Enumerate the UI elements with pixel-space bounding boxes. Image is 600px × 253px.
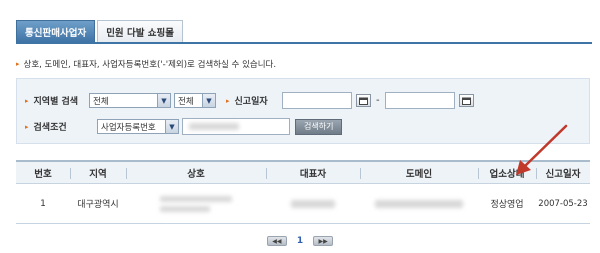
keyword-input[interactable] (182, 118, 290, 135)
redacted-keyword (189, 123, 239, 130)
tab-complaint-malls[interactable]: 민원 다발 쇼핑몰 (97, 20, 183, 42)
redacted-domain (375, 199, 463, 208)
cell-status: 정상영업 (490, 200, 524, 210)
bullet-arrow-icon: ▸ (25, 96, 29, 105)
date-separator: - (376, 95, 380, 106)
calendar-end-icon[interactable] (458, 94, 474, 107)
cell-company[interactable] (126, 184, 266, 223)
pagination: ◀◀ 1 ▶▶ (0, 236, 600, 246)
date-start-input[interactable] (282, 92, 352, 109)
chevron-down-icon: ▼ (157, 94, 170, 107)
search-panel: ▸ 지역별 검색 전체 ▼ 전체 ▼ ▸ 신고일자 - ▸ 검색조건 사업자등록… (16, 78, 590, 144)
search-notice: ▸ 상호, 도메인, 대표자, 사업자등록번호('-'제외)로 검색하실 수 있… (16, 58, 276, 70)
region-label-text: 지역별 검색 (33, 97, 79, 107)
redacted-line (160, 205, 210, 212)
bullet-arrow-icon: ▸ (226, 96, 230, 105)
condition-select[interactable]: 사업자등록번호 ▼ (97, 119, 179, 134)
header-region: 지역 (89, 168, 107, 180)
bullet-arrow-icon: ▸ (16, 60, 20, 68)
notice-text: 상호, 도메인, 대표자, 사업자등록번호('-'제외)로 검색하실 수 있습니… (23, 60, 277, 70)
cell-domain[interactable] (360, 184, 478, 223)
header-no: 번호 (34, 168, 52, 180)
bullet-arrow-icon: ▸ (25, 122, 29, 131)
date-label: ▸ 신고일자 (226, 94, 278, 108)
header-date: 신고일자 (545, 168, 581, 180)
condition-label: ▸ 검색조건 (25, 120, 97, 134)
cell-no: 1 (40, 198, 46, 209)
region-select-district[interactable]: 전체 ▼ (174, 93, 216, 108)
page-number[interactable]: 1 (297, 236, 303, 246)
cell-date: 2007-05-23 (538, 198, 588, 209)
tab-underline (16, 42, 592, 44)
redacted-line (160, 195, 232, 202)
redacted-representative (291, 199, 335, 208)
cell-region: 대구광역시 (77, 200, 119, 210)
region-label: ▸ 지역별 검색 (25, 94, 89, 108)
chevron-down-icon: ▼ (165, 120, 178, 133)
region-search-row: ▸ 지역별 검색 전체 ▼ 전체 ▼ ▸ 신고일자 - (25, 92, 474, 109)
next-page-button[interactable]: ▶▶ (313, 236, 334, 246)
tab-online-sellers[interactable]: 통신판매사업자 (16, 20, 96, 42)
header-domain: 도메인 (405, 168, 433, 180)
redacted-company (160, 195, 232, 212)
cell-representative (266, 184, 360, 223)
date-label-text: 신고일자 (234, 97, 268, 107)
date-end-input[interactable] (384, 92, 455, 109)
prev-page-button[interactable]: ◀◀ (266, 236, 287, 246)
header-representative: 대표자 (299, 168, 327, 180)
region-select-city[interactable]: 전체 ▼ (89, 93, 171, 108)
region-select-city-value: 전체 (93, 96, 109, 107)
header-company: 상호 (187, 168, 205, 180)
condition-select-value: 사업자등록번호 (101, 122, 156, 133)
chevron-down-icon: ▼ (202, 94, 215, 107)
condition-label-text: 검색조건 (33, 123, 67, 133)
tab-bar: 통신판매사업자 민원 다발 쇼핑몰 (16, 20, 185, 42)
calendar-start-icon[interactable] (356, 94, 371, 107)
condition-search-row: ▸ 검색조건 사업자등록번호 ▼ 검색하기 (25, 118, 343, 135)
search-button[interactable]: 검색하기 (295, 118, 343, 135)
table-header: 번호 지역 상호 대표자 도메인 업소상태 신고일자 (16, 162, 590, 184)
header-status: 업소상태 (489, 168, 525, 180)
region-select-district-value: 전체 (178, 96, 194, 107)
table-row[interactable]: 1 대구광역시 정상영업 2007-05-23 (16, 184, 590, 224)
